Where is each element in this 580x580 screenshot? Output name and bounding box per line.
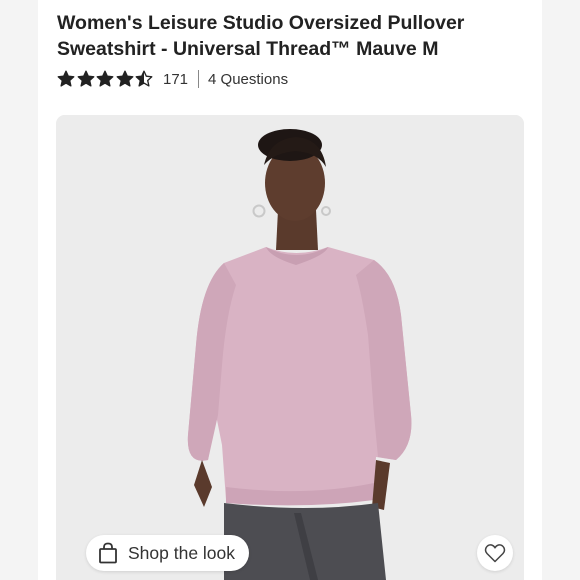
product-page: Women's Leisure Studio Oversized Pullove…: [38, 0, 542, 580]
star-rating[interactable]: [57, 70, 153, 88]
star-full-icon: [77, 70, 94, 87]
product-image-frame[interactable]: Shop the look: [56, 115, 524, 580]
favorite-button[interactable]: [477, 535, 513, 571]
heart-icon: [484, 544, 506, 563]
rating-count[interactable]: 171: [163, 71, 188, 88]
rating-row: 171 4 Questions: [57, 68, 288, 90]
shop-the-look-label: Shop the look: [128, 542, 236, 563]
product-photo: [56, 115, 524, 580]
star-full-icon: [116, 70, 133, 87]
shopping-bag-icon: [99, 542, 117, 564]
star-full-icon: [96, 70, 114, 87]
star-full-icon: [57, 70, 75, 87]
star-half-icon: [135, 70, 153, 87]
questions-link[interactable]: 4 Questions: [208, 71, 288, 88]
divider: [198, 70, 200, 88]
shop-the-look-button[interactable]: Shop the look: [86, 535, 250, 571]
product-title: Women's Leisure Studio Oversized Pullove…: [57, 12, 465, 60]
